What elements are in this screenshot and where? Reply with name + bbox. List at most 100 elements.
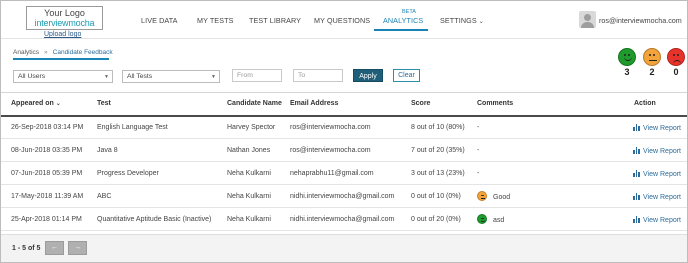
cell-email: nehaprabhu11@gmail.com — [290, 170, 374, 177]
comment-text: asd — [493, 217, 505, 224]
bar-chart-icon — [633, 193, 641, 200]
tests-select-value: All Tests — [127, 73, 153, 80]
cell-test: Quantitative Aptitude Basic (Inactive) — [97, 216, 212, 223]
cell-email: ros@interviewmocha.com — [290, 147, 371, 154]
cell-candidate-name: Neha Kulkarni — [227, 170, 271, 177]
cell-test: ABC — [97, 193, 112, 200]
appeared-on-label: Appeared on — [11, 100, 54, 107]
pagination-summary: 1 - 5 of 5 — [12, 245, 41, 252]
to-date-input[interactable]: To — [293, 69, 343, 82]
cell-email: nidhi.interviewmocha@gmail.com — [290, 193, 395, 200]
divider — [1, 92, 687, 93]
comment-text: - — [477, 170, 480, 177]
bar-chart-icon — [633, 124, 641, 131]
view-report-label: View Report — [643, 217, 682, 224]
user-email: ros@interviewmocha.com — [599, 16, 682, 25]
breadcrumb: Analytics » Candidate Feedback — [13, 49, 113, 56]
cell-test: Progress Developer — [97, 170, 159, 177]
column-header-action: Action — [634, 100, 656, 107]
logo-text-brand: interviewmocha — [34, 18, 95, 28]
cell-score: 0 out of 20 (0%) — [411, 216, 461, 223]
cell-candidate-name: Neha Kulkarni — [227, 216, 271, 223]
chevron-down-icon: ⌄ — [478, 19, 484, 25]
nav-my-questions[interactable]: MY QUESTIONS — [314, 16, 370, 25]
view-report-link[interactable]: View Report — [633, 147, 681, 155]
neutral-face-icon — [643, 48, 661, 66]
cell-comment: Good — [477, 191, 510, 201]
column-header-candidate-name: Candidate Name — [227, 100, 282, 107]
comment-text: - — [477, 124, 480, 131]
logo-text-top: Your Logo — [44, 8, 85, 18]
cell-comment: asd — [477, 214, 504, 224]
bar-chart-icon — [633, 147, 641, 154]
view-report-link[interactable]: View Report — [633, 170, 681, 178]
active-tab-indicator — [374, 29, 428, 31]
nav-my-tests[interactable]: MY TESTS — [197, 16, 233, 25]
nav-settings-label: SETTINGS — [440, 16, 477, 25]
breadcrumb-underline — [13, 58, 109, 60]
breadcrumb-separator: » — [44, 49, 48, 56]
column-header-comments: Comments — [477, 100, 514, 107]
nav-settings[interactable]: SETTINGS ⌄ — [440, 16, 484, 25]
column-header-appeared-on[interactable]: Appeared on ⌄ — [11, 100, 61, 107]
view-report-link[interactable]: View Report — [633, 193, 681, 201]
avatar-icon — [579, 11, 596, 28]
table-row: 07-Jun-2018 05:39 PM Progress Developer Ne… — [1, 163, 687, 185]
nav-test-library[interactable]: TEST LIBRARY — [249, 16, 301, 25]
cell-appeared-on: 26-Sep-2018 03:14 PM — [11, 124, 84, 131]
table-row: 08-Jun-2018 03:35 PM Java 8 Nathan Jones ro… — [1, 140, 687, 162]
table-row: 26-Sep-2018 03:14 PM English Language Tes… — [1, 117, 687, 139]
dropdown-arrow-icon: ▼ — [211, 74, 216, 80]
comment-text: - — [477, 147, 480, 154]
cell-score: 7 out of 20 (35%) — [411, 147, 465, 154]
column-header-score: Score — [411, 100, 431, 107]
cell-candidate-name: Nathan Jones — [227, 147, 271, 154]
column-header-email: Email Address — [290, 100, 339, 107]
from-date-input[interactable]: From — [232, 69, 282, 82]
sad-count: 0 — [673, 67, 679, 77]
breadcrumb-analytics[interactable]: Analytics — [13, 49, 39, 56]
table-row: 25-Apr-2018 01:14 PM Quantitative Aptitud… — [1, 209, 687, 231]
cell-candidate-name: Neha Kulkarni — [227, 193, 271, 200]
clear-button[interactable]: Clear — [393, 69, 420, 82]
top-header: Your Logo interviewmocha Upload logo LIV… — [1, 1, 687, 39]
cell-score: 8 out of 10 (80%) — [411, 124, 465, 131]
sort-down-icon: ⌄ — [55, 101, 61, 107]
cell-appeared-on: 17-May-2018 11:39 AM — [11, 193, 84, 200]
view-report-link[interactable]: View Report — [633, 124, 681, 132]
cell-email: ros@interviewmocha.com — [290, 124, 371, 131]
cell-score: 3 out of 13 (23%) — [411, 170, 465, 177]
user-menu[interactable]: ros@interviewmocha.com — [575, 9, 685, 31]
prev-page-button[interactable]: ← — [45, 241, 64, 255]
bar-chart-icon — [633, 216, 641, 223]
view-report-link[interactable]: View Report — [633, 216, 681, 224]
nav-analytics[interactable]: ANALYTICS — [383, 16, 423, 25]
happy-face-icon — [618, 48, 636, 66]
cell-appeared-on: 07-Jun-2018 05:39 PM — [11, 170, 83, 177]
beta-badge: BETA — [402, 9, 416, 15]
breadcrumb-current: Candidate Feedback — [52, 49, 113, 56]
upload-logo-link[interactable]: Upload logo — [44, 31, 81, 38]
cell-appeared-on: 25-Apr-2018 01:14 PM — [11, 216, 82, 223]
logo-placeholder: Your Logo interviewmocha — [26, 6, 103, 30]
column-header-test: Test — [97, 100, 111, 107]
apply-button[interactable]: Apply — [353, 69, 383, 82]
dropdown-arrow-icon: ▼ — [104, 74, 109, 80]
view-report-label: View Report — [643, 125, 682, 132]
cell-comment: - — [477, 170, 479, 177]
neutral-count: 2 — [649, 67, 655, 77]
to-date-placeholder: To — [298, 72, 306, 79]
nav-live-data[interactable]: LIVE DATA — [141, 16, 178, 25]
next-page-button[interactable]: → — [68, 241, 87, 255]
happy-face-icon — [477, 214, 487, 224]
cell-test: English Language Test — [97, 124, 168, 131]
users-select[interactable]: All Users ▼ — [13, 70, 113, 83]
neutral-face-icon — [477, 191, 487, 201]
cell-comment: - — [477, 124, 479, 131]
cell-score: 0 out of 10 (0%) — [411, 193, 461, 200]
tests-select[interactable]: All Tests ▼ — [122, 70, 220, 83]
cell-candidate-name: Harvey Spector — [227, 124, 276, 131]
view-report-label: View Report — [643, 148, 682, 155]
view-report-label: View Report — [643, 194, 682, 201]
comment-text: Good — [493, 194, 511, 201]
